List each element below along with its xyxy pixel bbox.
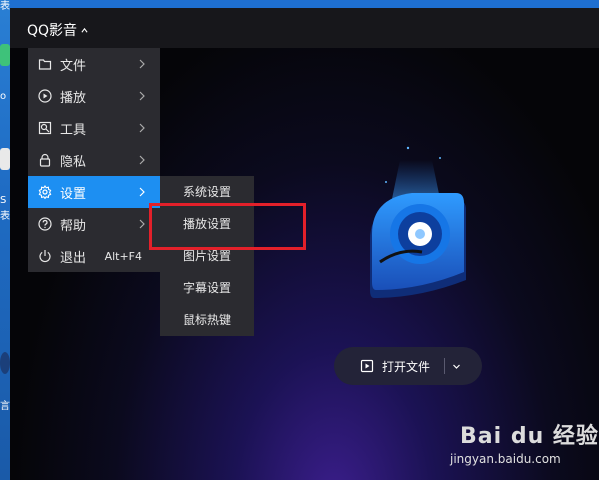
submenu-item-mouse-hotkeys[interactable]: 鼠标热键 bbox=[160, 304, 254, 336]
watermark-brand: Bai du 经验 bbox=[460, 424, 599, 449]
chevron-right-icon bbox=[139, 187, 145, 197]
open-file-dropdown[interactable] bbox=[445, 347, 467, 385]
menu-item-label: 退出 bbox=[60, 250, 87, 266]
baidu-jingyan-watermark: Bai du 经验 jingyan.baidu.com bbox=[450, 418, 599, 470]
exit-shortcut: Alt+F4 bbox=[104, 249, 142, 263]
open-file-button[interactable]: 打开文件 bbox=[360, 358, 430, 375]
qq-player-logo bbox=[370, 146, 466, 298]
open-file-label: 打开文件 bbox=[382, 359, 431, 374]
submenu-item-subtitle-settings[interactable]: 字幕设置 bbox=[160, 272, 254, 304]
desktop-edge: 表 o S 表 言 bbox=[0, 0, 10, 480]
chevron-down-icon bbox=[452, 364, 460, 369]
menu-item-file[interactable]: 文件 bbox=[28, 48, 160, 80]
menu-item-play[interactable]: 播放 bbox=[28, 80, 160, 112]
desktop-label: 言 bbox=[0, 401, 10, 412]
menu-item-tools[interactable]: 工具 bbox=[28, 112, 160, 144]
desktop-icon[interactable] bbox=[0, 44, 10, 66]
desktop-icon[interactable] bbox=[0, 148, 10, 170]
menu-item-label: 设置 bbox=[60, 186, 87, 202]
menu-item-help[interactable]: 帮助 bbox=[28, 208, 160, 240]
chevron-right-icon bbox=[139, 91, 145, 101]
annotation-highlight-box bbox=[149, 203, 306, 250]
gear-icon bbox=[38, 185, 52, 199]
chevron-right-icon bbox=[139, 59, 145, 69]
chevron-right-icon bbox=[139, 155, 145, 165]
title-bar: QQ影音 bbox=[10, 8, 599, 48]
window-top-edge bbox=[10, 0, 599, 8]
chevron-up-icon bbox=[81, 27, 88, 33]
chevron-right-icon bbox=[139, 219, 145, 229]
menu-item-privacy[interactable]: 隐私 bbox=[28, 144, 160, 176]
app-title: QQ影音 bbox=[27, 23, 78, 39]
play-circle-icon bbox=[38, 89, 52, 103]
settings-submenu: 系统设置 播放设置 图片设置 字幕设置 鼠标热键 bbox=[160, 176, 254, 336]
folder-icon bbox=[38, 59, 52, 70]
tool-icon bbox=[38, 121, 52, 135]
desktop-label: o bbox=[0, 91, 7, 102]
lock-icon bbox=[39, 153, 51, 167]
desktop-label: 表 bbox=[0, 1, 10, 12]
chevron-right-icon bbox=[139, 123, 145, 133]
menu-item-label: 工具 bbox=[60, 122, 87, 138]
desktop-label: S bbox=[0, 195, 7, 206]
menu-item-label: 文件 bbox=[60, 58, 87, 74]
file-play-icon bbox=[360, 359, 374, 373]
qq-player-window: QQ影音 文件 播放 工具 隐私 设置 帮助 退出 Alt+F4 系统设置 播放… bbox=[10, 0, 599, 480]
menu-item-exit[interactable]: 退出 Alt+F4 bbox=[28, 240, 160, 272]
app-menu-button[interactable]: QQ影音 bbox=[27, 20, 88, 40]
menu-item-label: 帮助 bbox=[60, 218, 87, 234]
menu-item-label: 播放 bbox=[60, 90, 87, 106]
watermark-url: jingyan.baidu.com bbox=[450, 452, 561, 466]
menu-item-settings[interactable]: 设置 bbox=[28, 176, 160, 208]
desktop-label: 表 bbox=[0, 211, 10, 222]
desktop-icon[interactable] bbox=[0, 352, 10, 374]
open-file-button-group: 打开文件 bbox=[334, 347, 482, 385]
main-menu: 文件 播放 工具 隐私 设置 帮助 退出 Alt+F4 bbox=[28, 48, 160, 272]
help-circle-icon bbox=[38, 217, 52, 231]
power-icon bbox=[39, 250, 51, 263]
menu-item-label: 隐私 bbox=[60, 154, 87, 170]
